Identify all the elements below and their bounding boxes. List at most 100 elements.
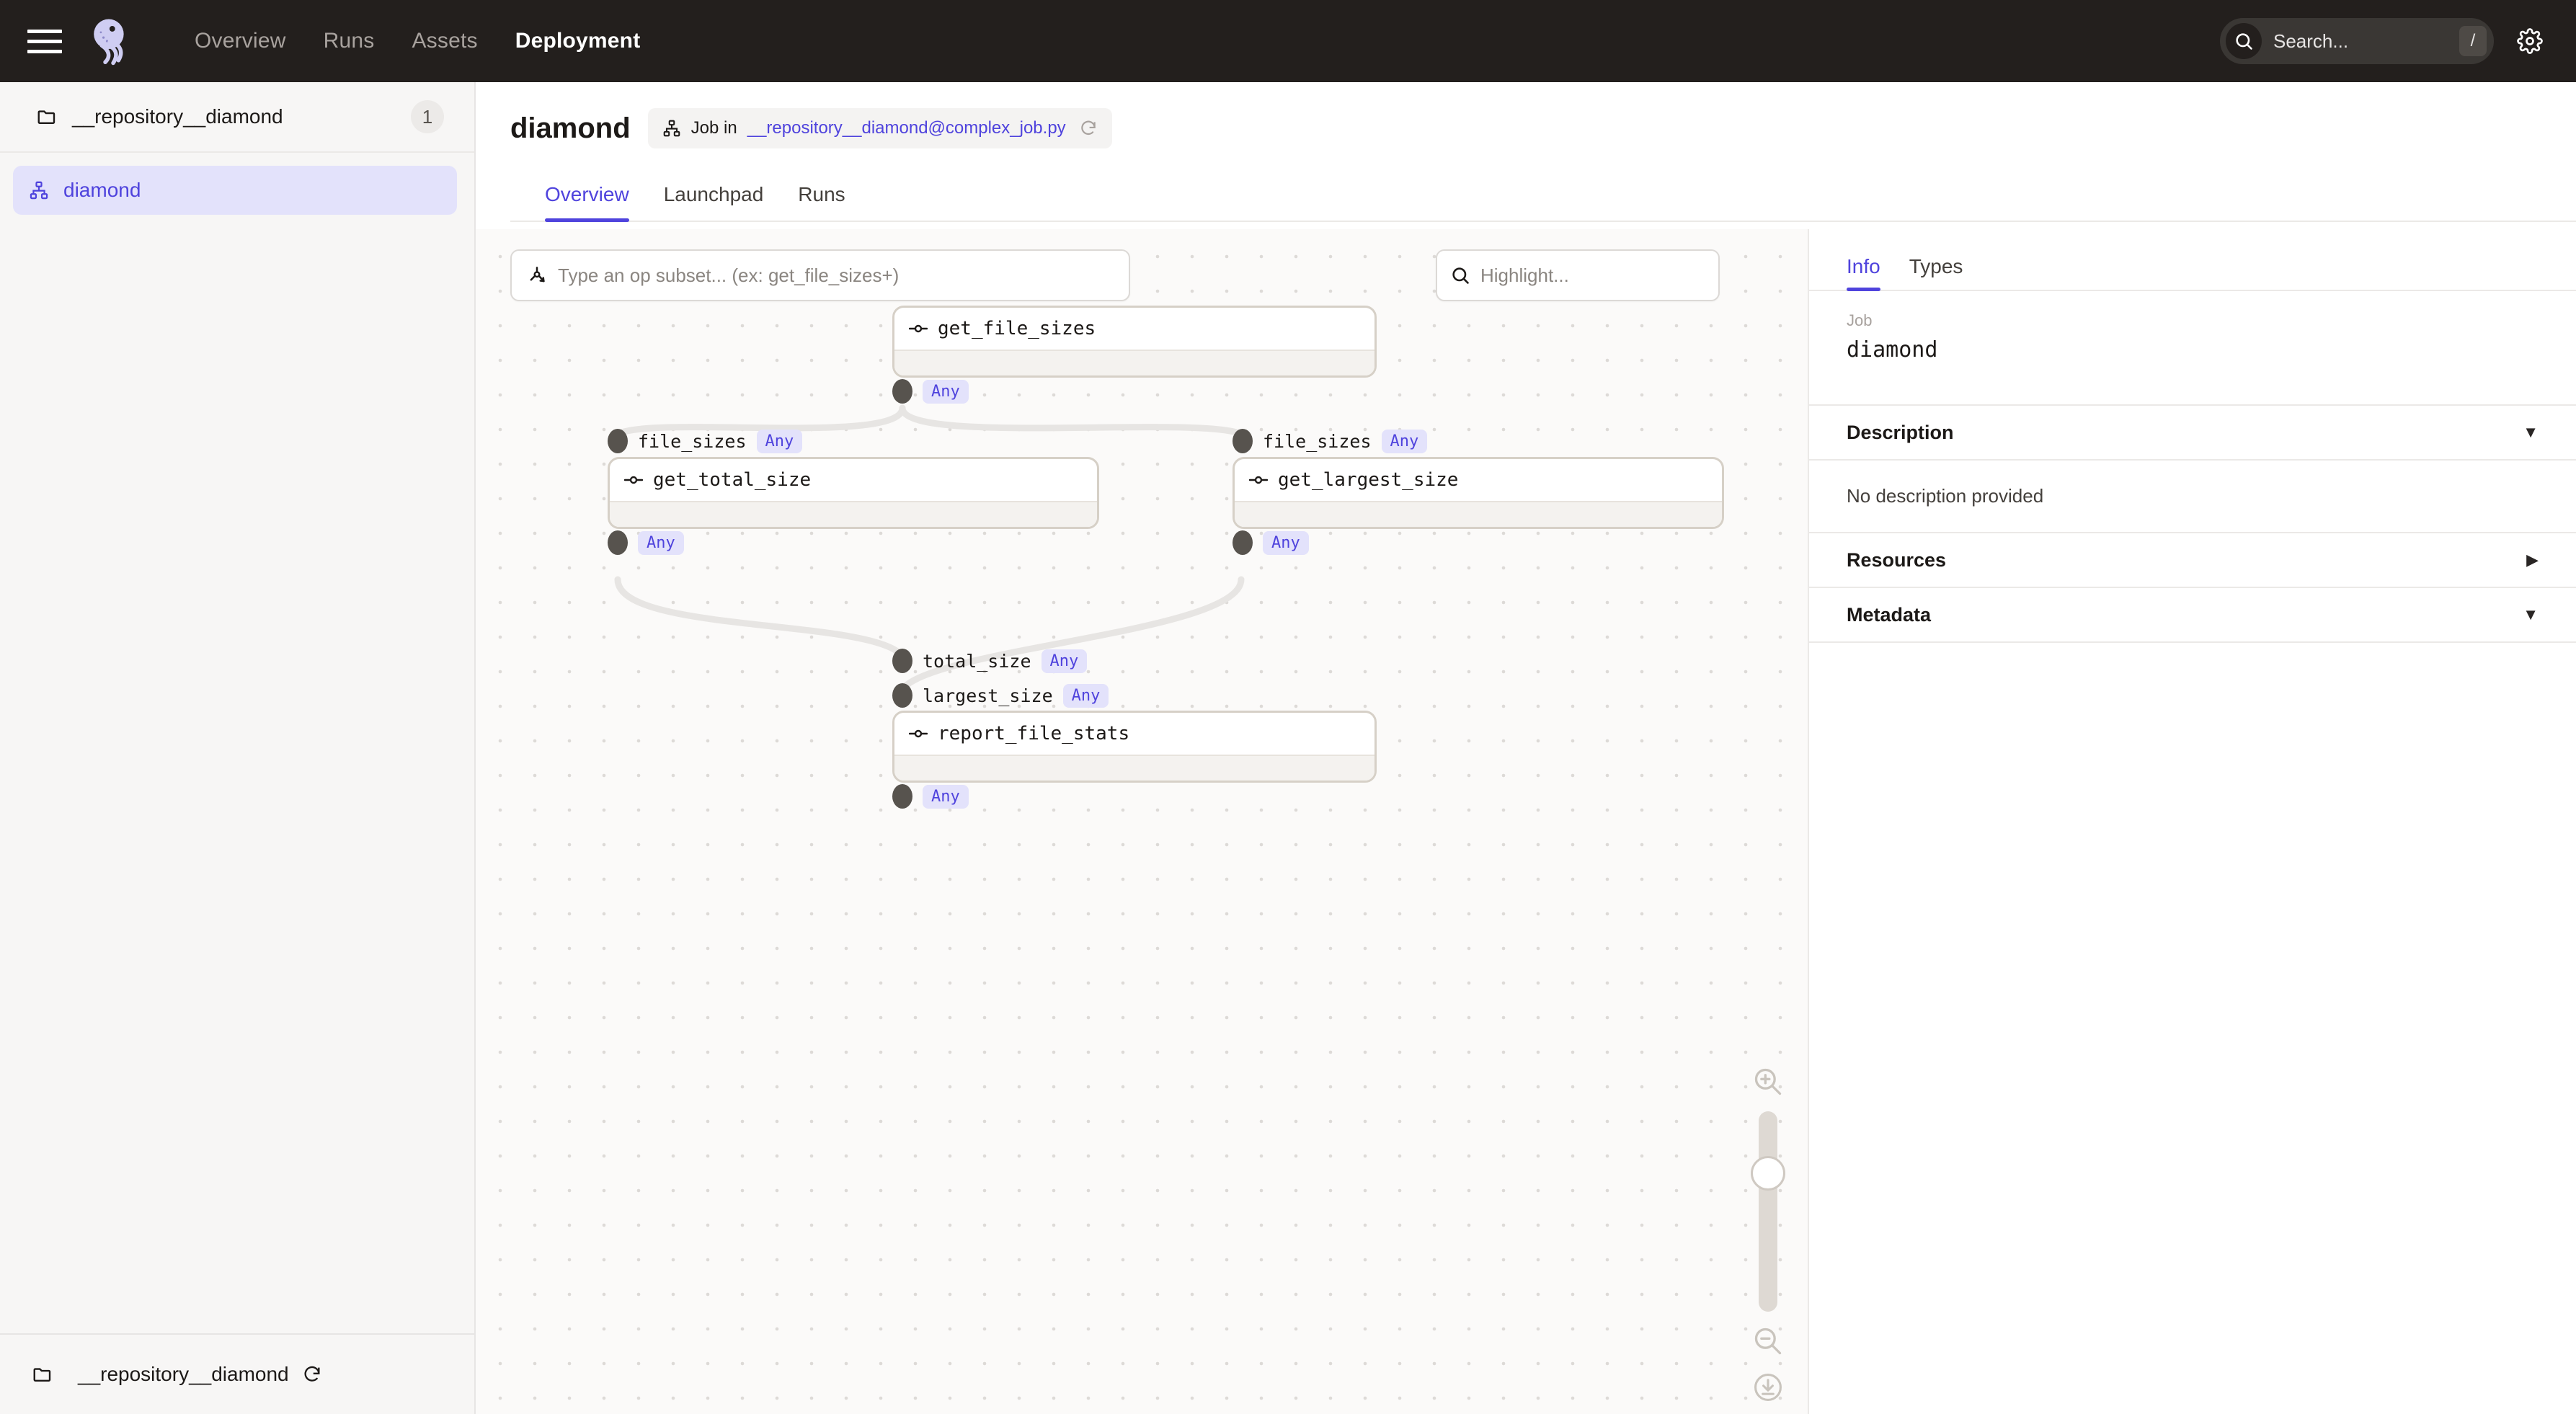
search-icon (1450, 265, 1470, 285)
tab-info[interactable]: Info (1847, 255, 1893, 290)
info-panel-tabs: Info Types (1809, 229, 2576, 291)
op-node-header: get_file_sizes (894, 308, 1374, 350)
op-graph-canvas[interactable]: Type an op subset... (ex: get_file_sizes… (476, 229, 1808, 1414)
port-label: total_size (923, 651, 1031, 672)
job-chip-prefix: Job in (691, 118, 737, 138)
op-node-get-file-sizes[interactable]: get_file_sizes (892, 306, 1377, 378)
main-nav-links: Overview Runs Assets Deployment (176, 29, 659, 53)
op-node-header: report_file_stats (894, 713, 1374, 755)
page-title: diamond (510, 112, 631, 145)
op-node-body (1235, 501, 1722, 529)
nav-link-overview[interactable]: Overview (176, 29, 305, 53)
port-type-chip[interactable]: Any (1063, 684, 1109, 708)
port-type-chip[interactable]: Any (923, 380, 969, 404)
highlight-input[interactable]: Highlight... (1436, 249, 1720, 301)
op-node-get-total-size[interactable]: get_total_size (608, 457, 1099, 529)
port-type-chip[interactable]: Any (1263, 531, 1309, 555)
accordion-title: Metadata (1847, 604, 1931, 626)
op-output-port-report[interactable]: Any (892, 784, 969, 809)
op-subset-input[interactable]: Type an op subset... (ex: get_file_sizes… (510, 249, 1130, 301)
op-node-get-largest-size[interactable]: get_largest_size (1233, 457, 1724, 529)
op-icon (909, 323, 928, 334)
dagster-app: Overview Runs Assets Deployment Search..… (0, 0, 2576, 1414)
accordion-description[interactable]: Description ▼ (1809, 406, 2576, 461)
download-icon[interactable] (1749, 1368, 1787, 1407)
op-node-label: get_total_size (653, 469, 811, 491)
op-output-port-total-size[interactable]: Any (608, 530, 684, 555)
port-dot-icon (892, 683, 912, 708)
sidebar-footer-repo-name: __repository__diamond (78, 1363, 289, 1386)
description-content: No description provided (1809, 461, 2576, 533)
job-graph-icon (29, 180, 49, 200)
port-label: file_sizes (638, 431, 747, 452)
sidebar-item-label: diamond (63, 179, 141, 202)
op-input-port-largest-size[interactable]: largest_size Any (892, 683, 1109, 708)
topnav-right-group: Search... / (2220, 0, 2547, 82)
job-field-label: Job (1847, 311, 2539, 330)
op-output-port-largest-size[interactable]: Any (1233, 530, 1309, 555)
tab-overview[interactable]: Overview (545, 183, 647, 221)
op-input-port-total-size[interactable]: total_size Any (892, 649, 1087, 673)
reload-icon[interactable] (1079, 119, 1098, 138)
port-dot-icon (1233, 429, 1253, 453)
job-field-value: diamond (1847, 337, 2539, 363)
op-node-report-file-stats[interactable]: report_file_stats (892, 711, 1377, 783)
title-row: diamond Job in __repository__diamond@com… (510, 108, 2576, 148)
accordion-metadata[interactable]: Metadata ▼ (1809, 588, 2576, 643)
tab-runs[interactable]: Runs (798, 183, 862, 221)
op-subset-placeholder: Type an op subset... (ex: get_file_sizes… (558, 264, 899, 287)
job-info-section: Job diamond (1809, 291, 2576, 406)
accordion-resources[interactable]: Resources ▶ (1809, 533, 2576, 588)
op-input-port-file-sizes-largest[interactable]: file_sizes Any (1233, 429, 1427, 453)
hamburger-icon[interactable] (27, 24, 62, 58)
graph-zoom-controls (1741, 1062, 1795, 1407)
zoom-out-icon[interactable] (1749, 1322, 1787, 1361)
sidebar-repository-row[interactable]: __repository__diamond 1 (0, 82, 474, 153)
port-type-chip[interactable]: Any (757, 430, 803, 453)
op-node-label: report_file_stats (938, 723, 1129, 744)
description-text: No description provided (1847, 485, 2539, 507)
op-node-header: get_total_size (610, 459, 1097, 501)
page-tabs: Overview Launchpad Runs (510, 183, 2576, 222)
nav-link-deployment[interactable]: Deployment (497, 29, 659, 53)
reload-icon[interactable] (302, 1364, 322, 1384)
top-navigation-bar: Overview Runs Assets Deployment Search..… (0, 0, 2576, 82)
nav-link-assets[interactable]: Assets (393, 29, 496, 53)
zoom-slider-thumb[interactable] (1751, 1156, 1785, 1191)
global-search-button[interactable]: Search... / (2220, 18, 2494, 64)
port-type-chip[interactable]: Any (1382, 430, 1428, 453)
search-icon (2226, 23, 2262, 59)
gear-icon[interactable] (2513, 24, 2547, 58)
port-dot-icon (608, 429, 628, 453)
info-panel: Info Types Job diamond Description ▼ No … (1808, 229, 2576, 1414)
sidebar-item-diamond[interactable]: diamond (13, 166, 457, 215)
op-icon (1249, 474, 1268, 486)
zoom-slider[interactable] (1759, 1111, 1777, 1312)
zoom-in-icon[interactable] (1749, 1062, 1787, 1101)
folder-icon (36, 106, 58, 128)
port-label: largest_size (923, 685, 1053, 706)
port-dot-icon (892, 784, 912, 809)
op-node-header: get_largest_size (1235, 459, 1722, 501)
main-content: diamond Job in __repository__diamond@com… (476, 82, 2576, 1414)
nav-link-runs[interactable]: Runs (305, 29, 394, 53)
op-input-port-file-sizes-total[interactable]: file_sizes Any (608, 429, 802, 453)
sidebar-repository-count: 1 (411, 100, 444, 133)
port-type-chip[interactable]: Any (1041, 649, 1088, 673)
sidebar-footer[interactable]: __repository__diamond (0, 1333, 474, 1414)
port-type-chip[interactable]: Any (923, 785, 969, 809)
global-search-placeholder: Search... (2273, 30, 2459, 53)
chevron-down-icon: ▼ (2523, 423, 2539, 442)
op-node-body (894, 755, 1374, 783)
port-label: file_sizes (1263, 431, 1372, 452)
op-output-port[interactable]: Any (892, 379, 969, 404)
dagster-logo-icon[interactable] (85, 13, 141, 69)
accordion-title: Description (1847, 422, 1954, 444)
tab-types[interactable]: Types (1909, 255, 1976, 290)
port-dot-icon (608, 530, 628, 555)
port-type-chip[interactable]: Any (638, 531, 684, 555)
sidebar-repository-name: __repository__diamond (72, 105, 411, 128)
job-chip-link[interactable]: __repository__diamond@complex_job.py (747, 118, 1066, 138)
tab-launchpad[interactable]: Launchpad (664, 183, 781, 221)
highlight-placeholder: Highlight... (1480, 264, 1569, 287)
